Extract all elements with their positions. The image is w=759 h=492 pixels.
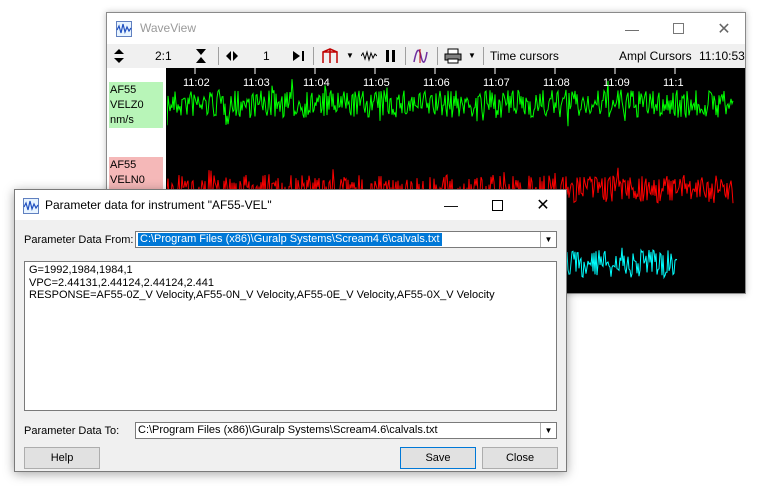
maximize-button[interactable] [655,13,701,44]
close-icon: ✕ [717,20,731,38]
channel-station: AF55 [110,84,137,96]
dialog-maximize-button[interactable] [474,190,520,220]
response-icon[interactable] [412,48,428,64]
pick-marker-icon[interactable] [321,48,339,64]
maximize-icon [672,23,684,34]
toolbar-separator [437,47,438,65]
chevron-down-icon[interactable]: ▼ [540,232,556,247]
toolbar-separator [405,47,406,65]
help-button[interactable]: Help [24,447,100,469]
maximize-icon [491,199,503,211]
vertical-scale-icon[interactable] [113,48,125,64]
filter-icon[interactable] [361,48,377,64]
page-number[interactable]: 1 [263,48,270,64]
pick-dropdown-icon[interactable]: ▼ [346,48,354,64]
parameter-line: VPC=2.44131,2.44124,2.44124,2.441 [29,276,215,289]
waveview-title: WaveView [140,21,197,35]
parameter-line: RESPONSE=AF55-0Z_V Velocity,AF55-0N_V Ve… [29,289,495,301]
parameter-from-label: Parameter Data From: [24,234,134,246]
save-button[interactable]: Save [400,447,476,469]
parameter-data-dialog: Parameter data for instrument "AF55-VEL"… [14,189,567,472]
minimize-icon: — [625,20,639,37]
time-tick-label: 11:02 [183,77,210,89]
parameter-line: G=1992,1984,1984,1 [29,264,133,276]
print-dropdown-icon[interactable]: ▼ [468,48,476,64]
parameter-from-select[interactable]: C:\Program Files (x86)\Guralp Systems\Sc… [135,231,557,248]
channel-station: AF55 [110,159,137,171]
time-tick-label: 11:06 [423,77,450,89]
parameter-to-select[interactable]: C:\Program Files (x86)\Guralp Systems\Sc… [135,422,557,439]
channel-label-1[interactable]: AF55 VELZ0 nm/s [109,82,163,128]
close-icon: ✕ [536,197,550,214]
zoom-ratio[interactable]: 2:1 [155,48,172,64]
dialog-app-icon [23,198,39,214]
waveview-toolbar: 2:1 1 ▼ ▼ Time cursors Ampl Cursors 11:1… [107,44,745,69]
time-tick-label: 11:04 [303,77,330,89]
dialog-minimize-button[interactable]: — [428,190,474,220]
ampl-cursors-button[interactable]: Ampl Cursors [619,48,692,64]
close-dialog-button[interactable]: Close [482,447,558,469]
time-cursors-button[interactable]: Time cursors [490,48,559,64]
parameter-to-value: C:\Program Files (x86)\Guralp Systems\Sc… [138,424,438,436]
clock-display: 11:10:53 [699,49,745,63]
channel-label-2[interactable]: AF55 VELN0 [109,157,163,189]
parameter-to-label: Parameter Data To: [24,425,120,437]
pause-icon[interactable] [385,48,397,64]
time-tick-label: 11:07 [483,77,510,89]
time-tick-label: 11:03 [243,77,270,89]
chevron-down-icon[interactable]: ▼ [540,423,556,438]
time-tick-label: 11:08 [543,77,570,89]
toolbar-separator [483,47,484,65]
parameter-text-area[interactable]: G=1992,1984,1984,1 VPC=2.44131,2.44124,2… [24,261,557,411]
parameter-from-value: C:\Program Files (x86)\Guralp Systems\Sc… [138,233,442,246]
scroll-left-right-icon[interactable] [225,48,239,64]
time-tick-label: 11:05 [363,77,390,89]
channel-unit: nm/s [110,114,134,126]
print-icon[interactable] [444,48,462,64]
dialog-title: Parameter data for instrument "AF55-VEL" [45,198,272,212]
time-compress-icon[interactable] [195,48,207,64]
minimize-icon: — [444,197,458,213]
dialog-close-button[interactable]: ✕ [520,190,566,220]
channel-component: VELZ0 [110,99,144,111]
time-tick-label: 11:1 [663,77,684,89]
waveview-app-icon [116,21,132,37]
waveview-titlebar[interactable]: WaveView — ✕ [107,13,745,44]
channel-component: VELN0 [110,174,145,186]
time-tick-label: 11:09 [603,77,630,89]
close-button[interactable]: ✕ [701,13,747,44]
toolbar-separator [313,47,314,65]
minimize-button[interactable]: — [609,13,655,44]
next-page-icon[interactable] [291,48,307,64]
dialog-titlebar[interactable]: Parameter data for instrument "AF55-VEL"… [15,190,566,220]
toolbar-separator [218,47,219,65]
